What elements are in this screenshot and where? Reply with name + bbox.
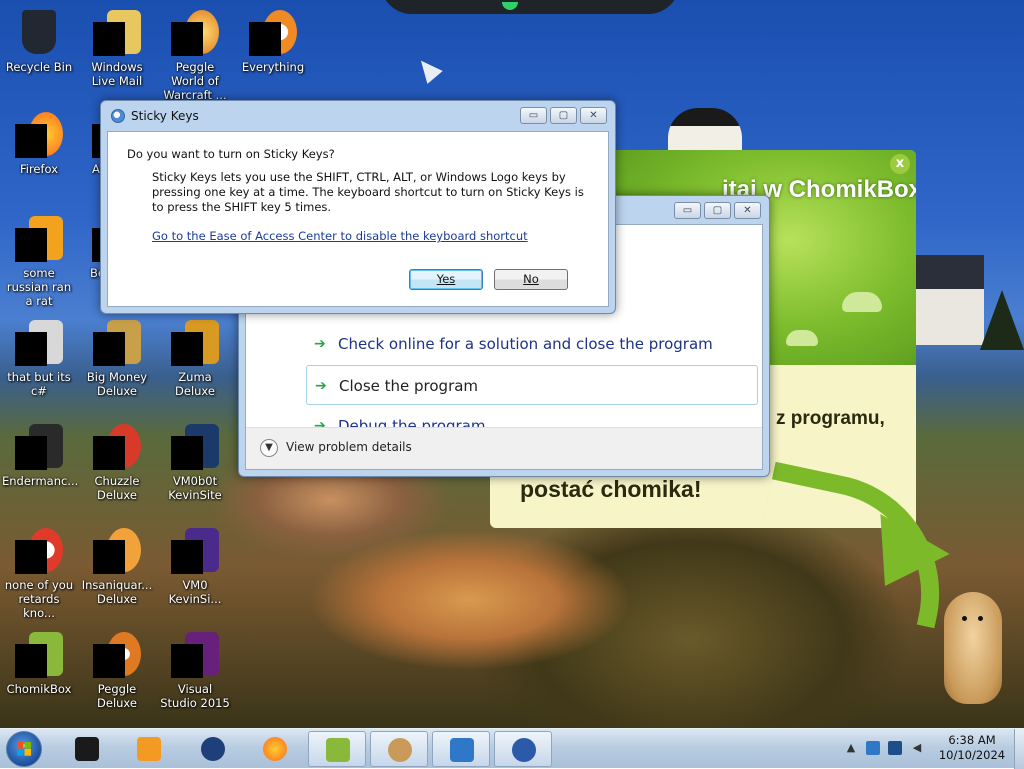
- mouse-cursor-icon: [413, 54, 443, 84]
- desktop-icon-russian-rat[interactable]: some russian ran a rat: [0, 212, 78, 308]
- desktop-icon-insaniquarium[interactable]: Insaniquar... Deluxe: [78, 524, 156, 606]
- maximize-button[interactable]: ▢: [550, 107, 577, 124]
- start-button[interactable]: [6, 731, 42, 767]
- chomikbox-text-line1: z programu,: [776, 408, 885, 429]
- monitor-icon[interactable]: [888, 741, 902, 755]
- chomikbox-close-button[interactable]: x: [890, 154, 910, 174]
- desktop-icon-peggle-deluxe[interactable]: Peggle Deluxe: [78, 628, 156, 710]
- settings-icon: [512, 738, 536, 762]
- yes-button[interactable]: Yes: [409, 269, 483, 290]
- dialog-title: Sticky Keys: [131, 109, 199, 123]
- gadget-notch: [380, 0, 680, 14]
- desktop-icon-big-money[interactable]: Big Money Deluxe: [78, 316, 156, 398]
- taskbar-item-media-player[interactable]: [120, 731, 178, 767]
- desktop-icon-visual-studio[interactable]: Visual Studio 2015: [156, 628, 234, 710]
- view-problem-details[interactable]: View problem details: [286, 440, 412, 454]
- show-desktop-button[interactable]: [1014, 729, 1024, 769]
- volume-icon[interactable]: ◀: [910, 741, 924, 755]
- media-player-icon: [137, 737, 161, 761]
- clock-time: 6:38 AM: [948, 733, 996, 747]
- maximize-button[interactable]: ▢: [704, 202, 731, 219]
- wallpaper-tree: [980, 290, 1024, 350]
- recycle-bin-icon: [22, 10, 56, 54]
- desktop-icon-windows-live-mail[interactable]: Windows Live Mail: [78, 6, 156, 88]
- green-arrow-icon: ➔: [315, 378, 327, 394]
- firefox-icon: [263, 737, 287, 761]
- ease-of-access-link[interactable]: Go to the Ease of Access Center to disab…: [152, 229, 528, 243]
- taskbar-item-hamster[interactable]: [370, 731, 428, 767]
- taskbar-item-terminal[interactable]: [58, 731, 116, 767]
- chevron-up-icon[interactable]: ▲: [844, 741, 858, 755]
- desktop-icon-chuzzle[interactable]: Chuzzle Deluxe: [78, 420, 156, 502]
- network-icon[interactable]: [866, 741, 880, 755]
- desktop-icon-zuma[interactable]: Zuma Deluxe: [156, 316, 234, 398]
- desktop-icon-chomikbox[interactable]: ChomikBox: [0, 628, 78, 696]
- clock[interactable]: 6:38 AM 10/10/2024: [932, 733, 1012, 763]
- taskbar-item-chomikbox[interactable]: [308, 731, 366, 767]
- minimize-button[interactable]: ▭: [674, 202, 701, 219]
- chevron-down-icon[interactable]: ▼: [260, 439, 278, 457]
- taskbar-item-firefox[interactable]: [246, 731, 304, 767]
- taskbar-item-globe[interactable]: [184, 731, 242, 767]
- desktop-icon-none-of-you[interactable]: none of you retards kno...: [0, 524, 78, 620]
- option-check-online[interactable]: ➔ Check online for a solution and close …: [306, 324, 758, 364]
- no-button[interactable]: No: [494, 269, 568, 290]
- green-arrow-icon: ➔: [314, 336, 326, 352]
- wallpaper-house: [916, 255, 984, 345]
- taskbar: ▲ ◀ 6:38 AM 10/10/2024: [0, 728, 1024, 769]
- minimize-button[interactable]: ▭: [520, 107, 547, 124]
- sticky-keys-question: Do you want to turn on Sticky Keys?: [127, 147, 335, 161]
- chomikbox-text-line2: postać chomika!: [520, 476, 702, 502]
- hamster-mascot[interactable]: [944, 592, 1002, 704]
- option-close-program[interactable]: ➔ Close the program: [306, 365, 758, 405]
- desktop-icon-everything[interactable]: Everything: [234, 6, 312, 74]
- desktop-icon-csharp[interactable]: that but its c#: [0, 316, 78, 398]
- ease-of-access-icon: [111, 109, 125, 123]
- desktop-icon-a[interactable]: A: [78, 108, 102, 176]
- desktop-icon-vm0-kevinsite[interactable]: VM0 KevinSi...: [156, 524, 234, 606]
- hamster-icon: [388, 738, 412, 762]
- desktop: Recycle Bin Firefox some russian ran a r…: [0, 0, 1024, 728]
- sticky-keys-description: Sticky Keys lets you use the SHIFT, CTRL…: [152, 170, 584, 214]
- terminal-icon: [75, 737, 99, 761]
- clock-date: 10/10/2024: [938, 748, 1006, 762]
- chomikbox-icon: [326, 738, 350, 762]
- error-window-footer: ▼ View problem details: [246, 427, 762, 469]
- globe-icon: [201, 737, 225, 761]
- close-button[interactable]: ✕: [580, 107, 607, 124]
- sticky-keys-dialog: Sticky Keys ▭ ▢ ✕ Do you want to turn on…: [100, 100, 616, 314]
- desktop-icon-be[interactable]: Be: [78, 212, 102, 280]
- taskbar-item-task[interactable]: [432, 731, 490, 767]
- desktop-icon-endermanch[interactable]: Endermanc...: [0, 420, 78, 488]
- taskbar-item-settings[interactable]: [494, 731, 552, 767]
- close-button[interactable]: ✕: [734, 202, 761, 219]
- task-icon: [450, 738, 474, 762]
- desktop-icon-recycle-bin[interactable]: Recycle Bin: [0, 6, 78, 74]
- desktop-icon-vm0b0t[interactable]: VM0b0t KevinSite: [156, 420, 234, 502]
- desktop-icon-firefox[interactable]: Firefox: [0, 108, 78, 176]
- desktop-icon-peggle-wow[interactable]: Peggle World of Warcraft ...: [156, 6, 234, 102]
